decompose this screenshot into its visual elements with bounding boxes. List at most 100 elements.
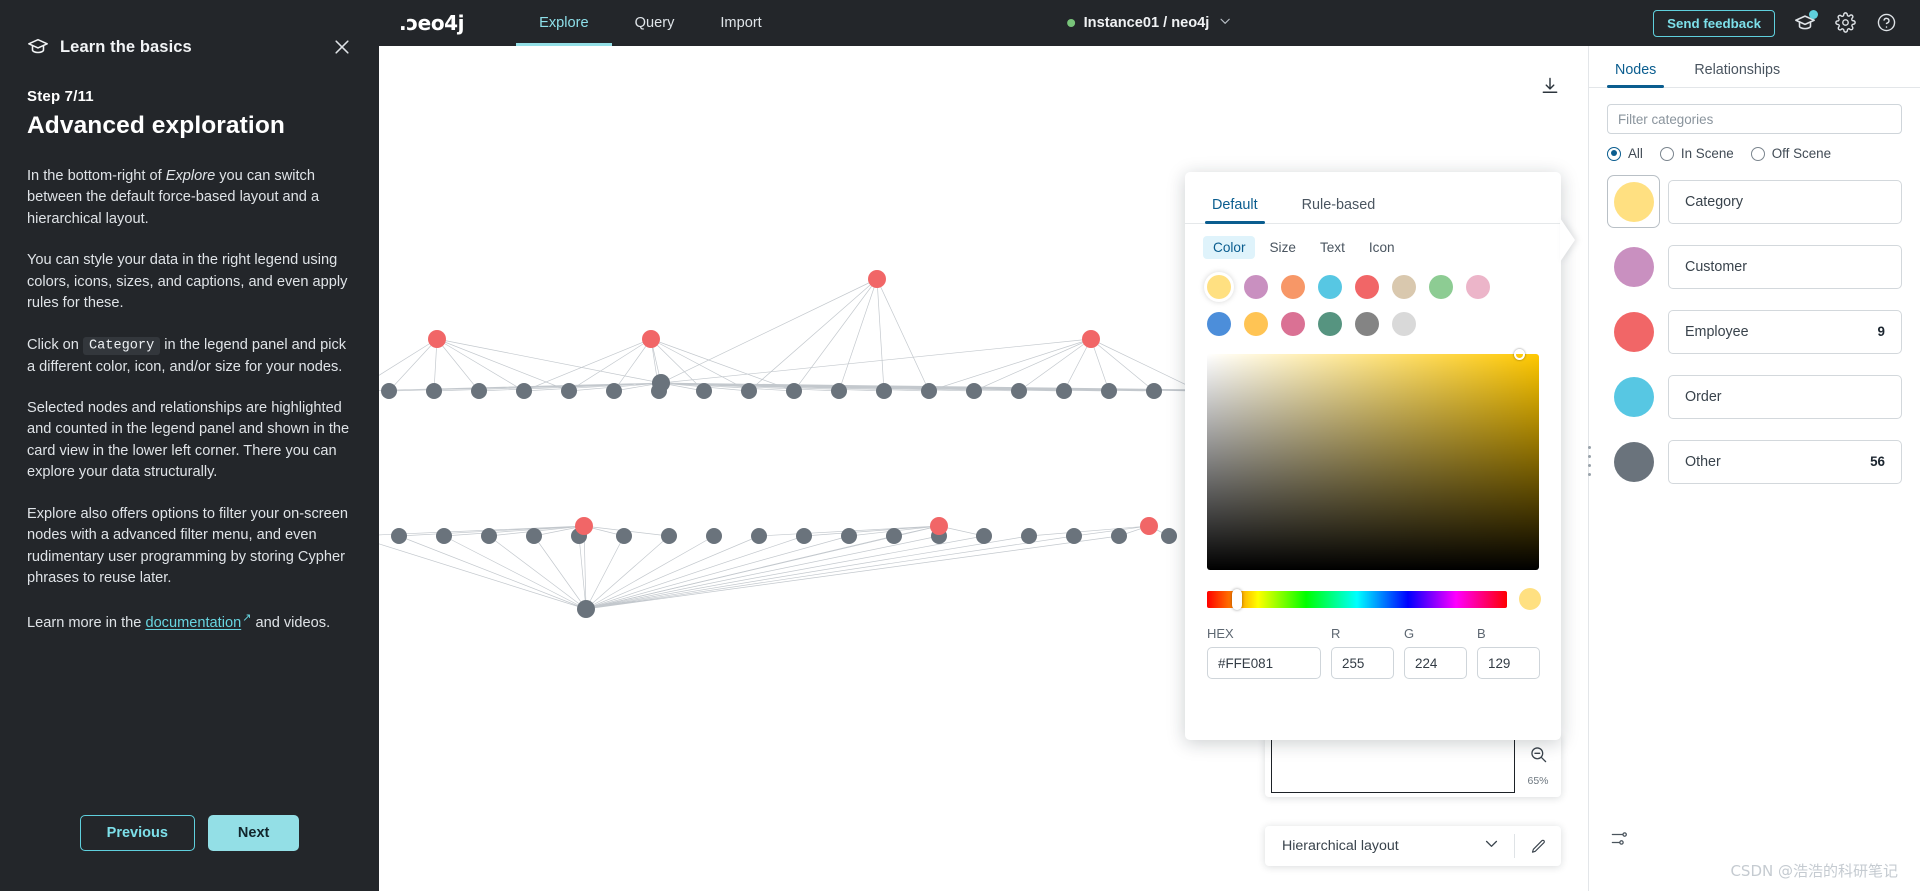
category-color-button[interactable]: [1607, 435, 1660, 488]
color-swatch[interactable]: [1392, 312, 1416, 336]
saturation-value-area[interactable]: [1207, 349, 1539, 570]
previous-button[interactable]: Previous: [79, 815, 195, 851]
category-color-button[interactable]: [1607, 305, 1660, 358]
r-label: R: [1331, 626, 1341, 641]
radio-circle-icon: [1607, 146, 1621, 161]
color-swatch[interactable]: [1392, 275, 1416, 299]
radio-off-scene[interactable]: Off Scene: [1750, 146, 1832, 161]
radio-off-scene-label: Off Scene: [1771, 146, 1832, 161]
category-color-swatch: [1613, 376, 1654, 417]
gear-icon[interactable]: [1835, 12, 1857, 34]
picker-subtab-text[interactable]: Text: [1310, 236, 1355, 259]
p6-part-b: and videos.: [251, 614, 331, 631]
minimap-panel[interactable]: 65%: [1265, 735, 1561, 797]
category-color-swatch: [1613, 181, 1654, 222]
color-swatch[interactable]: [1318, 312, 1342, 336]
help-circle-icon[interactable]: [1876, 12, 1898, 34]
tutorial-body: Step 7/11 Advanced exploration In the bo…: [0, 58, 379, 654]
graduation-cap-icon[interactable]: [1794, 10, 1818, 34]
chevron-down-icon: [1483, 835, 1500, 857]
color-swatch[interactable]: [1207, 275, 1231, 299]
color-swatch[interactable]: [1281, 312, 1305, 336]
nav-item-import[interactable]: Import: [697, 0, 784, 46]
color-swatch[interactable]: [1318, 275, 1342, 299]
color-preview-swatch: [1519, 588, 1541, 610]
color-swatch[interactable]: [1207, 312, 1231, 336]
tab-relationships[interactable]: Relationships: [1686, 62, 1788, 87]
hex-field-group: HEX: [1207, 626, 1321, 679]
hue-slider[interactable]: [1207, 588, 1507, 610]
category-color-button[interactable]: [1607, 370, 1660, 423]
category-color-button[interactable]: [1607, 240, 1660, 293]
color-picker-popup[interactable]: Default Rule-based Color Size Text Icon: [1185, 172, 1561, 740]
tab-nodes[interactable]: Nodes: [1607, 62, 1665, 88]
list-item: Customer: [1607, 240, 1902, 293]
color-swatch[interactable]: [1355, 275, 1379, 299]
layout-select[interactable]: Hierarchical layout: [1265, 826, 1514, 866]
radio-in-scene-label: In Scene: [1680, 146, 1734, 161]
category-color-button[interactable]: [1607, 175, 1660, 228]
picker-tab-rule-based[interactable]: Rule-based: [1295, 197, 1383, 223]
handle-dot: [1588, 446, 1591, 449]
radio-all[interactable]: All: [1607, 146, 1643, 161]
category-pill[interactable]: Category: [1668, 179, 1902, 224]
radio-circle-icon: [1659, 146, 1674, 161]
picker-subtab-color[interactable]: Color: [1203, 236, 1256, 259]
category-pill[interactable]: Other 56: [1668, 439, 1902, 484]
nav-item-explore[interactable]: Explore: [516, 0, 613, 46]
b-input[interactable]: [1477, 647, 1540, 679]
p3-part-a: Click on: [27, 336, 83, 353]
pencil-icon[interactable]: [1515, 838, 1561, 855]
handle-dot: [1588, 464, 1591, 467]
color-swatch[interactable]: [1466, 275, 1490, 299]
category-name: Employee: [1685, 323, 1749, 340]
radio-in-scene[interactable]: In Scene: [1659, 146, 1734, 161]
next-button[interactable]: Next: [207, 815, 300, 851]
color-swatch[interactable]: [1244, 275, 1268, 299]
color-swatch[interactable]: [1244, 312, 1268, 336]
category-name: Category: [1685, 193, 1744, 210]
zoom-out-icon[interactable]: [1529, 745, 1548, 769]
picker-tab-default[interactable]: Default: [1205, 197, 1265, 224]
b-field-group: B: [1477, 626, 1540, 679]
radio-all-label: All: [1628, 146, 1643, 161]
category-pill[interactable]: Order: [1668, 374, 1902, 419]
list-item: Order: [1607, 370, 1902, 423]
hex-input[interactable]: [1207, 647, 1321, 679]
download-icon[interactable]: [1540, 76, 1560, 101]
p6-part-a: Learn more in the: [27, 614, 146, 631]
legend-tabs: Nodes Relationships: [1589, 46, 1920, 88]
picker-subtab-size[interactable]: Size: [1259, 236, 1305, 259]
picker-subtab-icon[interactable]: Icon: [1359, 236, 1405, 259]
color-swatch[interactable]: [1355, 312, 1379, 336]
category-pill[interactable]: Customer: [1668, 244, 1902, 289]
category-pill[interactable]: Employee 9: [1668, 309, 1902, 354]
neo4j-logo[interactable]: .ɔeo4j: [399, 11, 465, 35]
nav-item-query[interactable]: Query: [612, 0, 698, 46]
close-icon[interactable]: [332, 37, 352, 57]
filter-categories-input[interactable]: [1607, 104, 1902, 134]
hue-slider-knob[interactable]: [1232, 588, 1242, 610]
color-swatch[interactable]: [1429, 275, 1453, 299]
documentation-link[interactable]: documentation: [145, 614, 241, 630]
category-name: Customer: [1685, 258, 1747, 275]
layout-label: Hierarchical layout: [1282, 838, 1399, 854]
tutorial-title: Advanced exploration: [27, 112, 285, 139]
p1-part-a: In the bottom-right of: [27, 168, 166, 184]
r-input[interactable]: [1331, 647, 1394, 679]
tutorial-paragraph-5: Explore also offers options to filter yo…: [27, 505, 348, 587]
instance-status-dot: [1066, 19, 1075, 27]
color-swatch[interactable]: [1281, 275, 1305, 299]
tutorial-paragraph-2: You can style your data in the right leg…: [27, 252, 348, 312]
saturation-knob[interactable]: [1514, 349, 1525, 360]
sort-filter-icon[interactable]: [1610, 829, 1629, 853]
graph-nodes: [381, 270, 1308, 618]
instance-selector[interactable]: Instance01 / neo4j: [1066, 14, 1233, 33]
handle-dot: [1588, 455, 1591, 458]
p1-emphasis: Explore: [165, 168, 216, 184]
g-input[interactable]: [1404, 647, 1467, 679]
send-feedback-button[interactable]: Send feedback: [1653, 9, 1775, 37]
graduation-cap-icon: [27, 36, 49, 58]
panel-resize-handle[interactable]: [1588, 446, 1595, 476]
minimap[interactable]: [1271, 739, 1515, 793]
